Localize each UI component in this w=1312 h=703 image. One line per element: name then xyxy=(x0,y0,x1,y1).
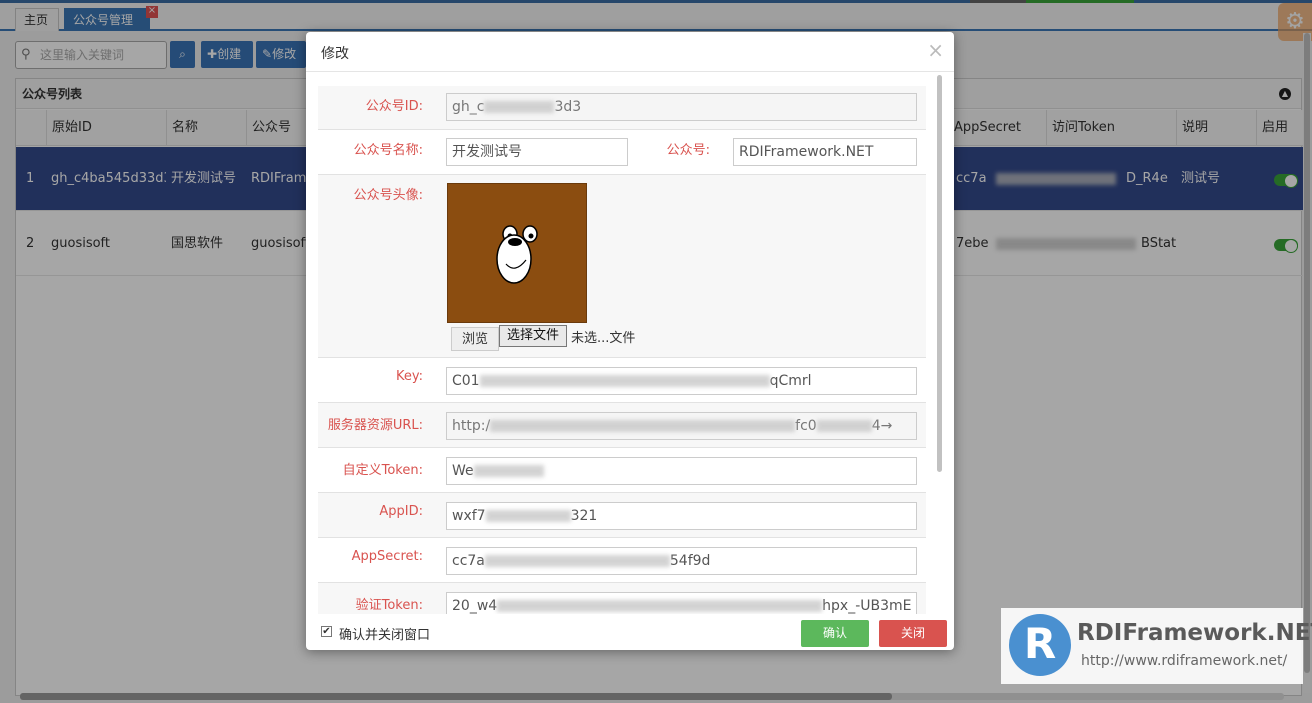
form-row-key: Key: C01 qCmrl xyxy=(318,358,926,403)
dialog-form: 公众号ID: gh_c 3d3 公众号名称: 开发测试号 公众号: RDIFram… xyxy=(318,86,926,614)
form-row-name: 公众号名称: 开发测试号 公众号: RDIFramework.NET xyxy=(318,130,926,175)
bear-avatar-icon xyxy=(496,225,538,284)
verify-token-value-end: hpx_-UB3mE xyxy=(822,598,912,614)
confirm-close-label[interactable]: 确认并关闭窗口 xyxy=(339,624,430,643)
account-name-field[interactable]: 开发测试号 xyxy=(446,138,628,166)
form-row-original-id: 公众号ID: gh_c 3d3 xyxy=(318,86,926,130)
verify-token-field[interactable]: 20_w4 hpx_-UB3mE xyxy=(446,592,917,614)
watermark-url: http://www.rdiframework.net/ xyxy=(1081,653,1288,669)
watermark-title: RDIFramework.NET xyxy=(1077,620,1312,646)
appid-value-start: wxf7 xyxy=(452,508,486,524)
server-url-value-tail: 4→ xyxy=(871,418,893,434)
dialog-scrollbar[interactable] xyxy=(937,75,944,615)
key-value-end: qCmrl xyxy=(769,373,812,389)
close-icon[interactable]: × xyxy=(927,39,944,61)
verify-token-value-start: 20_w4 xyxy=(452,598,498,614)
form-row-server-url: 服务器资源URL: http:/ fc0 4→ xyxy=(318,403,926,448)
appsecret-label: AppSecret: xyxy=(351,549,423,564)
form-row-avatar: 公众号头像: 浏览 选择文件 未选...文件 xyxy=(318,175,926,358)
close-button[interactable]: 关闭 xyxy=(879,620,947,647)
browse-button[interactable]: 浏览 xyxy=(451,327,499,351)
rdi-logo-icon: R xyxy=(1009,614,1071,676)
form-row-verify-token: 验证Token: 20_w4 hpx_-UB3mE xyxy=(318,583,926,614)
form-row-custom-token: 自定义Token: We xyxy=(318,448,926,493)
key-field[interactable]: C01 qCmrl xyxy=(446,367,917,395)
form-row-appid: AppID: wxf7 321 xyxy=(318,493,926,538)
key-value-start: C01 xyxy=(452,373,480,389)
appsecret-field[interactable]: cc7a 54f9d xyxy=(446,547,917,575)
original-id-field[interactable]: gh_c 3d3 xyxy=(446,93,917,121)
custom-token-field[interactable]: We xyxy=(446,457,917,485)
account-label: 公众号: xyxy=(666,143,710,158)
custom-token-label: 自定义Token: xyxy=(342,463,423,478)
brand-watermark: R RDIFramework.NET http://www.rdiframewo… xyxy=(1001,608,1312,684)
avatar-image xyxy=(447,183,587,323)
server-url-value-end: fc0 xyxy=(795,418,817,434)
confirm-button[interactable]: 确认 xyxy=(801,620,869,647)
appsecret-value-start: cc7a xyxy=(452,553,485,569)
avatar-label: 公众号头像: xyxy=(353,188,423,203)
appid-field[interactable]: wxf7 321 xyxy=(446,502,917,530)
form-row-appsecret: AppSecret: cc7a 54f9d xyxy=(318,538,926,583)
edit-dialog: 修改 × 公众号ID: gh_c 3d3 公众号名称: 开发测试号 公众号: RD… xyxy=(306,32,954,650)
original-id-label: 公众号ID: xyxy=(365,99,423,114)
account-name-label: 公众号名称: xyxy=(353,143,423,158)
original-id-value-end: 3d3 xyxy=(554,99,582,115)
custom-token-value-start: We xyxy=(452,463,474,479)
dialog-header: 修改 × xyxy=(306,32,954,72)
appid-label: AppID: xyxy=(379,504,423,519)
verify-token-label: 验证Token: xyxy=(355,598,423,613)
server-url-value-start: http:/ xyxy=(452,418,491,434)
dialog-footer: ✔ 确认并关闭窗口 确认 关闭 xyxy=(306,616,954,650)
server-url-label: 服务器资源URL: xyxy=(327,418,423,433)
key-label: Key: xyxy=(395,369,423,384)
confirm-close-checkbox[interactable]: ✔ xyxy=(321,626,332,637)
original-id-value-start: gh_c xyxy=(452,99,485,115)
appid-value-end: 321 xyxy=(570,508,598,524)
server-url-field[interactable]: http:/ fc0 4→ xyxy=(446,412,917,440)
account-field[interactable]: RDIFramework.NET xyxy=(733,138,917,166)
appsecret-value-end: 54f9d xyxy=(669,553,711,569)
dialog-title: 修改 xyxy=(321,46,349,62)
file-status: 未选...文件 xyxy=(571,331,636,346)
choose-file-button[interactable]: 选择文件 xyxy=(499,325,567,347)
